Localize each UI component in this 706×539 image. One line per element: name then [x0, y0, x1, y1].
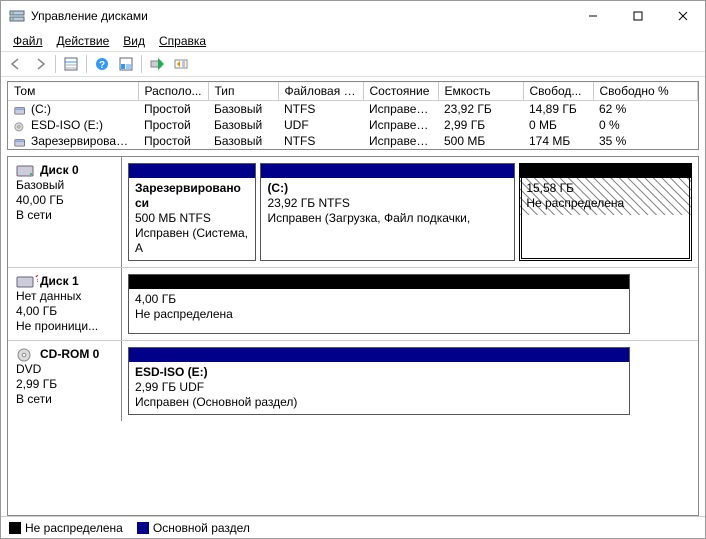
close-button[interactable]	[660, 1, 705, 31]
top-list-button[interactable]	[60, 53, 82, 75]
legend-bar: Не распределена Основной раздел	[1, 516, 705, 538]
legend-unallocated: Не распределена	[9, 521, 123, 535]
disk-info[interactable]: CD-ROM 0DVD2,99 ГБВ сети	[8, 341, 122, 421]
drive-icon	[14, 105, 27, 115]
settings-button[interactable]	[170, 53, 192, 75]
disk-info[interactable]: ?Диск 1Нет данных4,00 ГБНе проиници...	[8, 268, 122, 340]
disk-row: Диск 0Базовый40,00 ГБВ сетиЗарезервирова…	[8, 157, 698, 268]
app-icon	[9, 8, 25, 24]
svg-text:?: ?	[99, 60, 105, 71]
partition-header-bar	[261, 164, 514, 178]
disk-row: CD-ROM 0DVD2,99 ГБВ сетиESD-ISO (E:)2,99…	[8, 341, 698, 421]
column-header[interactable]: Состояние	[363, 82, 438, 101]
partition-body: 4,00 ГБНе распределена	[129, 289, 629, 326]
partition-primary[interactable]: (C:)23,92 ГБ NTFSИсправен (Загрузка, Фай…	[260, 163, 515, 261]
table-row[interactable]: Зарезервировано...ПростойБазовыйNTFSИспр…	[8, 133, 698, 149]
action-button[interactable]	[146, 53, 168, 75]
partition-header-bar	[520, 164, 691, 178]
disk-graphical-view: Диск 0Базовый40,00 ГБВ сетиЗарезервирова…	[7, 156, 699, 516]
menu-view[interactable]: Вид	[117, 32, 151, 50]
partition-unallocated[interactable]: 15,58 ГБНе распределена	[519, 163, 692, 261]
hdd-icon	[16, 164, 38, 178]
partition-container: 4,00 ГБНе распределена	[122, 268, 698, 340]
table-row[interactable]: (C:)ПростойБазовыйNTFSИсправен...23,92 Г…	[8, 101, 698, 118]
legend-primary: Основной раздел	[137, 521, 250, 535]
partition-container: ESD-ISO (E:)2,99 ГБ UDFИсправен (Основно…	[122, 341, 698, 421]
toolbar-separator	[55, 55, 56, 73]
title-bar: Управление дисками	[1, 1, 705, 31]
partition-header-bar	[129, 348, 629, 362]
disk-row: ?Диск 1Нет данных4,00 ГБНе проиници...4,…	[8, 268, 698, 341]
window-title: Управление дисками	[31, 9, 570, 23]
minimize-button[interactable]	[570, 1, 615, 31]
partition-header-bar	[129, 275, 629, 289]
partition-body: 15,58 ГБНе распределена	[520, 178, 691, 215]
column-header[interactable]: Емкость	[438, 82, 523, 101]
bottom-graphical-button[interactable]	[115, 53, 137, 75]
partition-body: Зарезервировано си500 МБ NTFSИсправен (С…	[129, 178, 255, 260]
partition-body: ESD-ISO (E:)2,99 ГБ UDFИсправен (Основно…	[129, 362, 629, 414]
partition-unallocated[interactable]: 4,00 ГБНе распределена	[128, 274, 630, 334]
drive-icon	[14, 137, 27, 147]
toolbar: ?	[1, 51, 705, 77]
menu-file[interactable]: Файл	[7, 32, 49, 50]
column-header[interactable]: Располо...	[138, 82, 208, 101]
cd-icon	[14, 121, 27, 131]
back-button[interactable]	[5, 53, 27, 75]
column-header[interactable]: Том	[8, 82, 138, 101]
table-row[interactable]: ESD-ISO (E:)ПростойБазовыйUDFИсправен...…	[8, 117, 698, 133]
content-area: ТомРасполо...ТипФайловая с...СостояниеЕм…	[1, 77, 705, 516]
partition-header-bar	[129, 164, 255, 178]
forward-button[interactable]	[29, 53, 51, 75]
column-header[interactable]: Свободно %	[593, 82, 698, 101]
menu-action[interactable]: Действие	[51, 32, 116, 50]
toolbar-separator	[86, 55, 87, 73]
partition-primary[interactable]: Зарезервировано си500 МБ NTFSИсправен (С…	[128, 163, 256, 261]
partition-body: (C:)23,92 ГБ NTFSИсправен (Загрузка, Фай…	[261, 178, 514, 230]
cdrom-icon	[16, 348, 38, 362]
menu-help[interactable]: Справка	[153, 32, 212, 50]
toolbar-separator	[141, 55, 142, 73]
menu-bar: Файл Действие Вид Справка	[1, 31, 705, 51]
svg-text:?: ?	[35, 275, 38, 285]
partition-container: Зарезервировано си500 МБ NTFSИсправен (С…	[122, 157, 698, 267]
disk-info[interactable]: Диск 0Базовый40,00 ГБВ сети	[8, 157, 122, 267]
column-header[interactable]: Свобод...	[523, 82, 593, 101]
hdd-unk-icon: ?	[16, 275, 38, 289]
column-header[interactable]: Файловая с...	[278, 82, 363, 101]
help-button[interactable]: ?	[91, 53, 113, 75]
volume-list: ТомРасполо...ТипФайловая с...СостояниеЕм…	[7, 81, 699, 150]
column-header[interactable]: Тип	[208, 82, 278, 101]
partition-primary[interactable]: ESD-ISO (E:)2,99 ГБ UDFИсправен (Основно…	[128, 347, 630, 415]
maximize-button[interactable]	[615, 1, 660, 31]
